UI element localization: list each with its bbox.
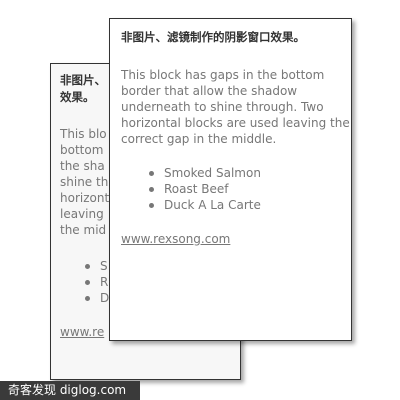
back-item-list: S R D: [85, 258, 109, 306]
front-paragraph: This block has gaps in the bottom border…: [121, 68, 350, 146]
back-heading: 非图片、 效果。: [60, 73, 106, 104]
front-heading: 非图片、滤镜制作的阴影窗口效果。: [121, 30, 305, 44]
front-item-list: Smoked Salmon Roast Beef Duck A La Carte: [149, 165, 261, 213]
list-item: D: [85, 290, 109, 306]
front-link[interactable]: www.rexsong.com: [121, 232, 230, 246]
list-item: S: [85, 258, 109, 274]
back-paragraph: This blo bottom the sha shine th horizont lea…: [60, 127, 110, 237]
watermark-bar: 奇客发现 diglog.com: [0, 381, 140, 400]
shadow-window-front: 非图片、滤镜制作的阴影窗口效果。 This block has gaps in …: [109, 18, 352, 341]
list-item: Duck A La Carte: [149, 197, 261, 213]
back-link[interactable]: www.re: [60, 325, 104, 339]
list-item: Roast Beef: [149, 181, 261, 197]
list-item: R: [85, 274, 109, 290]
list-item: Smoked Salmon: [149, 165, 261, 181]
